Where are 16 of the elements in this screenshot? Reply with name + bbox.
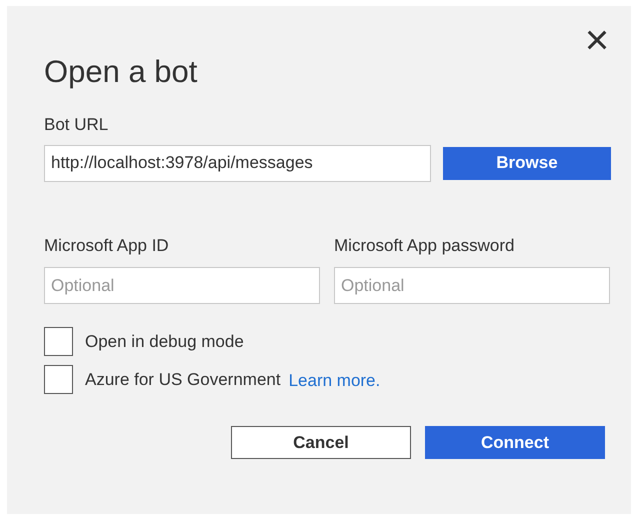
field-label: Microsoft App ID — [44, 234, 169, 256]
close-button[interactable]: × — [577, 20, 617, 60]
connect-button[interactable]: Connect — [425, 426, 605, 459]
browse-button[interactable]: Browse — [443, 146, 611, 180]
checkbox-label: Azure for US Government — [85, 368, 281, 391]
field-label: Microsoft App password — [334, 234, 514, 256]
input-field[interactable]: Optional — [334, 267, 610, 304]
checkbox[interactable] — [44, 327, 73, 356]
cancel-button[interactable]: Cancel — [231, 426, 411, 459]
dialog-title: Open a bot — [44, 53, 198, 91]
field-label: Bot URL — [44, 114, 108, 136]
url-field[interactable]: http://localhost:3978/api/messages — [44, 144, 431, 182]
checkbox[interactable] — [44, 365, 73, 394]
checkbox-label: Open in debug mode — [85, 330, 244, 353]
learn-more-link[interactable]: Learn more. — [288, 368, 380, 394]
input-field[interactable]: Optional — [44, 267, 320, 304]
